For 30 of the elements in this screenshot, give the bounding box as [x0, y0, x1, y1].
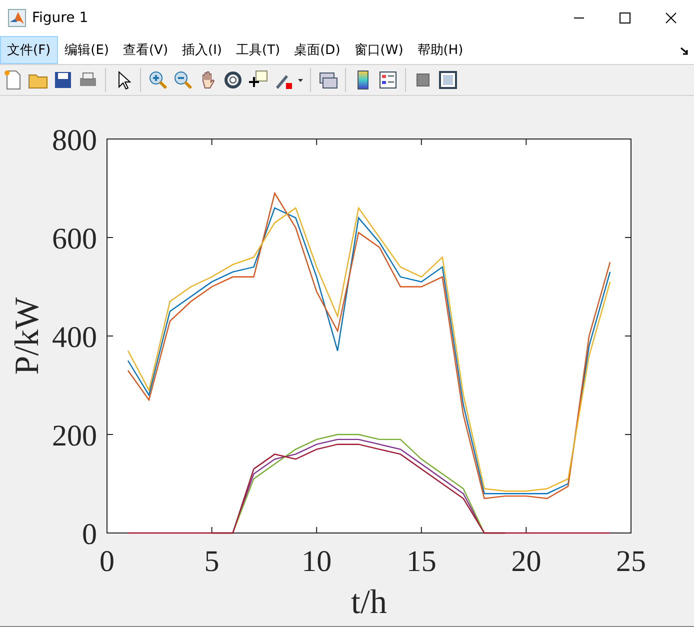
- rotate-icon[interactable]: [222, 69, 244, 91]
- menu-item[interactable]: 帮助(H): [410, 36, 470, 64]
- menu-item[interactable]: 工具(T): [229, 36, 288, 64]
- window-icon[interactable]: [437, 69, 459, 91]
- legend-icon[interactable]: [377, 69, 399, 91]
- tick-label: 15: [406, 545, 436, 578]
- tick-label: 10: [302, 545, 332, 578]
- tick-label: 0: [100, 545, 114, 578]
- zoom-in-icon[interactable]: [147, 69, 169, 91]
- menu-item[interactable]: 查看(V): [116, 36, 176, 64]
- dock-arrow-icon[interactable]: [680, 46, 690, 56]
- tick-label: 200: [52, 420, 97, 452]
- save-icon[interactable]: [52, 69, 74, 91]
- x-axis-label: t/h: [351, 584, 387, 621]
- tick-label: 20: [511, 545, 542, 578]
- menu-item[interactable]: 插入(I): [175, 36, 230, 64]
- menu-item[interactable]: 桌面(D): [287, 36, 348, 64]
- y-axis-label: P/kW: [9, 297, 46, 375]
- tick-label: 600: [52, 222, 97, 256]
- menu-item[interactable]: 编辑(E): [58, 36, 116, 64]
- zoom-out-icon[interactable]: [172, 69, 194, 91]
- tick-label: 25: [616, 545, 646, 578]
- tick-label: 400: [52, 321, 97, 354]
- tick-label: 5: [204, 545, 220, 578]
- tick-label: 800: [52, 124, 97, 157]
- window-title: Figure 1: [32, 10, 90, 26]
- tick-label: 0: [82, 518, 97, 551]
- menu-item[interactable]: 窗口(W): [347, 36, 410, 64]
- menu-item[interactable]: 文件(F): [0, 36, 58, 64]
- app-logo-icon: [8, 9, 26, 27]
